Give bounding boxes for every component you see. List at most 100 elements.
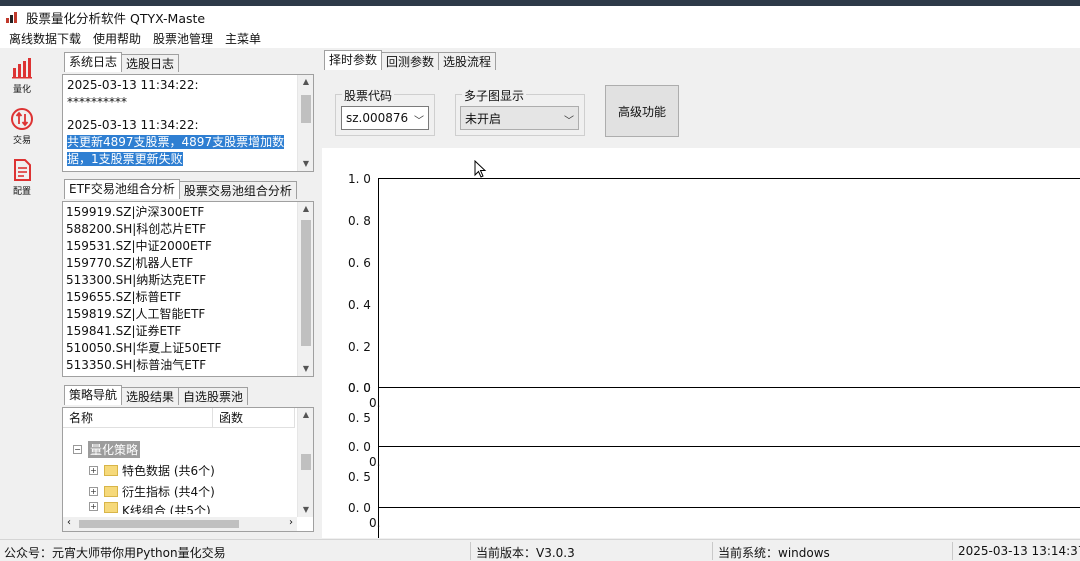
tool-quant-button[interactable]: 量化: [0, 56, 44, 95]
status-divider: [470, 542, 471, 560]
tree-node[interactable]: + 衍生指标 (共4个): [89, 481, 215, 501]
menu-pool-management[interactable]: 股票池管理: [147, 30, 219, 47]
log-scrollbar[interactable]: ▲ ▼: [297, 75, 313, 171]
status-wechat: 公众号：元宵大师带你用Python量化交易: [4, 546, 226, 560]
tab-backtest-params[interactable]: 回测参数: [381, 52, 440, 70]
list-item[interactable]: 159841.SZ|证券ETF: [66, 323, 295, 340]
status-divider: [952, 542, 953, 560]
list-item[interactable]: 159770.SZ|机器人ETF: [66, 255, 295, 272]
tab-selection-flow[interactable]: 选股流程: [438, 52, 497, 70]
window-title: 股票量化分析软件 QTYX-Maste: [26, 10, 206, 26]
sub-tick-label: 0. 0: [348, 501, 371, 515]
tool-config-button[interactable]: 配置: [0, 158, 44, 197]
chevron-down-icon: ﹀: [414, 116, 424, 127]
tree-node-label: 衍生指标 (共4个): [122, 484, 215, 499]
scroll-thumb[interactable]: [301, 95, 311, 123]
list-item[interactable]: 159655.SZ|标普ETF: [66, 289, 295, 306]
app-logo-icon: [6, 11, 20, 23]
tree-hscrollbar[interactable]: ‹ ›: [63, 517, 297, 531]
expand-icon[interactable]: +: [89, 465, 98, 475]
tree-node-label: K线组合 (共5个): [122, 504, 211, 514]
log-line: 2025-03-13 11:34:22:: [67, 78, 199, 92]
tree-node[interactable]: + 特色数据 (共6个): [89, 460, 215, 480]
tool-config-label: 配置: [12, 187, 31, 197]
status-system: 当前系统：windows: [718, 546, 830, 560]
menu-help[interactable]: 使用帮助: [87, 30, 147, 47]
tab-watchlist[interactable]: 自选股票池: [178, 387, 249, 405]
status-datetime: 2025-03-13 13:14:37: [958, 544, 1080, 558]
tab-stock-pool[interactable]: 股票交易池组合分析: [178, 181, 297, 199]
tree-header: 名称 函数: [63, 408, 295, 428]
chevron-down-icon: ﹀: [564, 116, 574, 127]
left-spine: [378, 178, 379, 538]
tab-etf-pool[interactable]: ETF交易池组合分析: [64, 179, 180, 199]
list-item[interactable]: 159531.SZ|中证2000ETF: [66, 238, 295, 255]
y-tick-label: 0. 4: [348, 298, 371, 312]
column-header-name[interactable]: 名称: [63, 408, 213, 427]
main-tabs: 择时参数 回测参数 选股流程: [324, 50, 497, 70]
list-item[interactable]: 513300.SH|纳斯达克ETF: [66, 272, 295, 289]
menu-bar: 离线数据下载 使用帮助 股票池管理 主菜单: [0, 28, 1080, 48]
menu-main[interactable]: 主菜单: [219, 30, 267, 47]
etf-pool-list[interactable]: 159919.SZ|沪深300ETF 588200.SH|科创芯片ETF 159…: [62, 201, 314, 377]
list-item[interactable]: 159819.SZ|人工智能ETF: [66, 306, 295, 323]
list-item[interactable]: 159919.SZ|沪深300ETF: [66, 204, 295, 221]
tool-trade-button[interactable]: 交易: [0, 107, 44, 146]
sub-tick-label: 0.: [369, 455, 381, 469]
scroll-down-icon[interactable]: ▼: [298, 157, 314, 171]
bar-chart-icon: [12, 58, 32, 79]
stock-code-combobox[interactable]: sz.000876 ﹀: [341, 106, 429, 130]
list-item[interactable]: 510050.SH|华夏上证50ETF: [66, 340, 295, 357]
tree-root[interactable]: − 量化策略: [73, 439, 141, 459]
log-text: 2025-03-13 11:34:22: ********** 2025-03-…: [67, 77, 295, 168]
scroll-down-icon[interactable]: ▼: [298, 362, 314, 376]
subplot-1-spine: [378, 387, 1080, 388]
folder-icon: [104, 485, 118, 497]
scroll-thumb[interactable]: [301, 220, 311, 346]
subplot-2-spine: [378, 446, 1080, 447]
expand-icon[interactable]: +: [89, 502, 98, 511]
y-tick-label: 1. 0: [348, 172, 371, 186]
list-item[interactable]: 513350.SH|标普油气ETF: [66, 357, 295, 374]
tab-selection-result[interactable]: 选股结果: [121, 387, 180, 405]
scroll-thumb[interactable]: [301, 454, 311, 470]
pool-tabs: ETF交易池组合分析 股票交易池组合分析: [64, 179, 297, 199]
log-line: **********: [67, 95, 127, 109]
strategy-tree[interactable]: 名称 函数 − 量化策略 + 特色数据 (共6个) + 衍生指标 (共4个) +…: [62, 407, 314, 532]
scroll-down-icon[interactable]: ▼: [298, 503, 314, 517]
tab-strategy-nav[interactable]: 策略导航: [64, 385, 123, 405]
scroll-up-icon[interactable]: ▲: [298, 202, 314, 216]
stock-code-label: 股票代码: [342, 87, 395, 104]
scroll-thumb[interactable]: [79, 520, 239, 528]
tree-vscrollbar[interactable]: ▲ ▼: [297, 408, 313, 517]
tab-timing-params[interactable]: 择时参数: [324, 50, 383, 70]
y-tick-label: 0. 2: [348, 340, 371, 354]
sub-tick-label: 0. 0: [348, 381, 371, 395]
advanced-features-button[interactable]: 高级功能: [605, 85, 679, 137]
expand-icon[interactable]: +: [89, 486, 98, 496]
scroll-up-icon[interactable]: ▲: [298, 408, 314, 422]
list-item[interactable]: 588200.SH|科创芯片ETF: [66, 221, 295, 238]
collapse-icon[interactable]: −: [73, 444, 82, 454]
tool-quant-label: 量化: [12, 85, 31, 95]
tab-selection-log[interactable]: 选股日志: [121, 54, 180, 72]
sub-tick-label: 0. 0: [348, 440, 371, 454]
exchange-icon: [11, 108, 33, 130]
pool-scrollbar[interactable]: ▲ ▼: [297, 202, 313, 376]
scroll-right-icon[interactable]: ›: [289, 517, 293, 528]
scroll-up-icon[interactable]: ▲: [298, 75, 314, 89]
sub-tick-label: 0. 5: [348, 411, 371, 425]
folder-icon: [104, 502, 118, 513]
subplot-value: 未开启: [465, 111, 502, 126]
menu-offline-download[interactable]: 离线数据下载: [3, 30, 87, 47]
tab-system-log[interactable]: 系统日志: [64, 52, 123, 72]
system-log-box[interactable]: 2025-03-13 11:34:22: ********** 2025-03-…: [62, 74, 314, 172]
column-header-function[interactable]: 函数: [213, 408, 295, 427]
document-icon: [14, 159, 31, 181]
scroll-left-icon[interactable]: ‹: [67, 517, 71, 528]
log-selected-line: 共更新4897支股票，4897支股票增加数: [67, 135, 285, 149]
tree-node[interactable]: + K线组合 (共5个): [89, 502, 211, 514]
tool-trade-label: 交易: [12, 136, 31, 146]
subplot-combobox[interactable]: 未开启 ﹀: [460, 106, 579, 130]
title-bar: 股票量化分析软件 QTYX-Maste: [0, 6, 1080, 28]
